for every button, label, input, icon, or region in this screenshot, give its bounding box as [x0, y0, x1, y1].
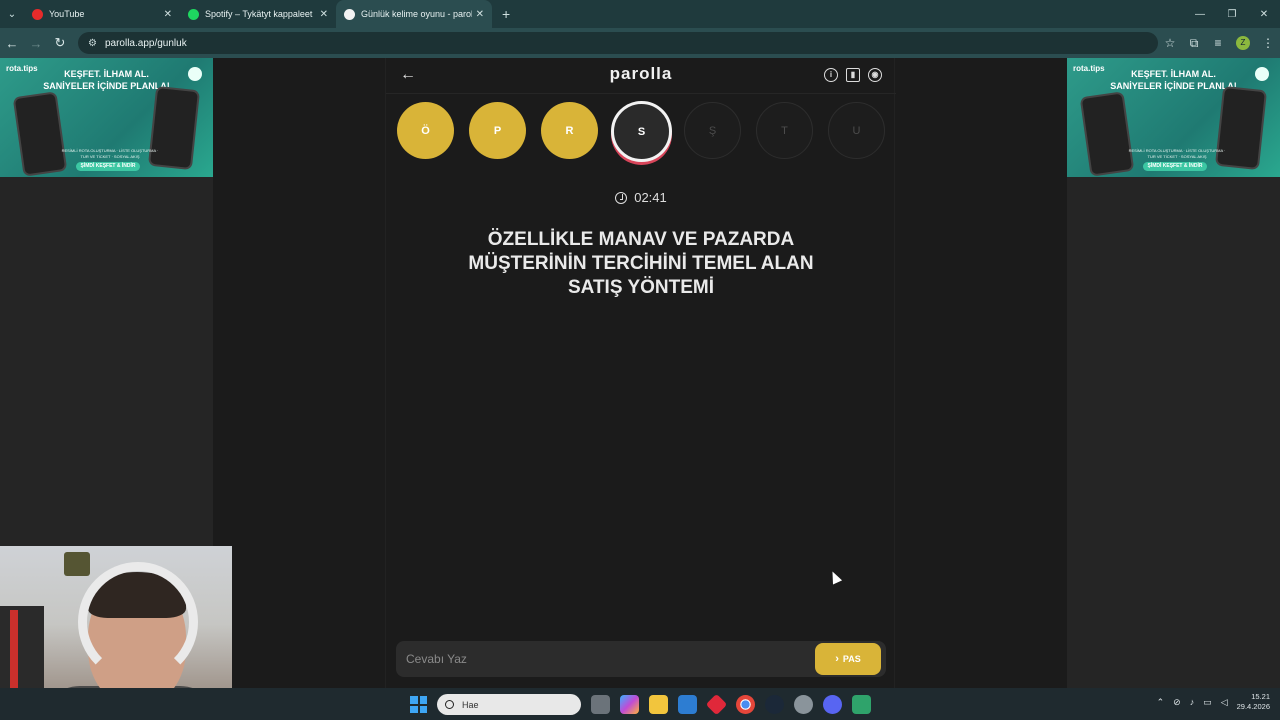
headset — [78, 562, 198, 682]
countdown-timer: 02:41 — [386, 190, 896, 205]
answer-input[interactable] — [396, 641, 806, 677]
letter-circle: Ş — [684, 102, 741, 159]
volume-icon[interactable]: ◁ — [1221, 697, 1228, 708]
store-icon[interactable] — [678, 695, 697, 714]
system-tray: ⌃ ⊘ ♪ ▭ ◁ 15.21 29.4.2026 — [1157, 692, 1270, 712]
game-panel: ← parolla i ▮ ◉ Ö P R S Ş T U 02:41 ÖZEL… — [385, 58, 896, 688]
chrome-icon[interactable] — [736, 695, 755, 714]
back-icon[interactable]: ← — [0, 36, 24, 51]
answer-bar: › PAS — [396, 641, 886, 677]
ad-subtext: RESİMLİ ROTA OLUŞTURMA · LİSTE OLUŞTURMA… — [1128, 148, 1226, 159]
tab-title: Spotify – Tykätyt kappaleet — [205, 9, 313, 19]
extensions-icon[interactable]: ⧉ — [1182, 36, 1206, 51]
window-controls: — ❐ ✕ — [1184, 0, 1280, 28]
profile-avatar[interactable]: Z — [1236, 36, 1250, 50]
tab-title: Günlük kelime oyunu - parolla — [361, 9, 472, 19]
user-icon[interactable]: ◉ — [868, 68, 882, 82]
minimize-icon[interactable]: — — [1184, 0, 1216, 28]
forward-icon[interactable]: → — [24, 36, 48, 51]
pass-label: PAS — [842, 654, 861, 664]
pass-button[interactable]: › PAS — [815, 643, 881, 675]
ad-phone-image — [1079, 91, 1135, 177]
ad-phone-image — [12, 91, 68, 177]
ad-banner-right[interactable]: rota.tips KEŞFET. İLHAM AL. SANİYELER İÇ… — [1067, 58, 1280, 177]
stats-icon[interactable]: ▮ — [846, 68, 860, 82]
question-text: ÖZELLİKLE MANAV VE PAZARDA MÜŞTERİNİN TE… — [426, 228, 856, 300]
ad-badge-icon — [188, 67, 202, 81]
taskbar: Hae ⌃ ⊘ ♪ ▭ ◁ 15.21 29.4.2026 — [0, 688, 1280, 720]
display-icon[interactable]: ▭ — [1203, 697, 1212, 708]
close-tab-icon[interactable]: ✕ — [164, 9, 172, 20]
info-icon[interactable]: i — [824, 68, 838, 82]
game-header: ← parolla i ▮ ◉ — [386, 58, 896, 94]
clock-icon — [615, 191, 628, 204]
chevron-right-icon: › — [835, 653, 839, 665]
tab-search-chevron-icon[interactable]: ⌄ — [0, 0, 24, 28]
taskbar-search-text: Hae — [462, 699, 479, 710]
bookmark-star-icon[interactable]: ☆ — [1158, 36, 1182, 50]
right-ad-column: rota.tips KEŞFET. İLHAM AL. SANİYELER İÇ… — [1067, 58, 1280, 688]
question-line: SATIŞ YÖNTEMİ — [567, 277, 715, 298]
taskbar-search[interactable]: Hae — [437, 694, 581, 715]
app-red-icon[interactable] — [705, 693, 728, 716]
menu-dots-icon[interactable]: ⋮ — [1256, 36, 1280, 50]
letter-circle: U — [828, 102, 885, 159]
letter-track: Ö P R S Ş T U — [396, 101, 886, 162]
browser-tools: ☆ ⧉ ≡ Z ⋮ — [1158, 28, 1280, 58]
close-window-icon[interactable]: ✕ — [1248, 0, 1280, 28]
search-icon — [445, 700, 454, 709]
parolla-favicon-icon — [344, 8, 355, 20]
network-icon[interactable]: ⊘ — [1173, 697, 1181, 708]
tab-youtube[interactable]: YouTube ✕ — [24, 0, 180, 28]
timer-value: 02:41 — [634, 190, 667, 205]
spotify-favicon-icon — [188, 8, 199, 20]
tray-chevron-icon[interactable]: ⌃ — [1157, 697, 1165, 708]
letter-circle: T — [756, 102, 813, 159]
letter-circle: R — [541, 102, 598, 159]
restore-icon[interactable]: ❐ — [1216, 0, 1248, 28]
browser-tab-bar: ⌄ YouTube ✕ Spotify – Tykätyt kappaleet … — [0, 0, 1280, 28]
address-bar[interactable]: ⚙ parolla.app/gunluk — [78, 32, 1158, 54]
tab-parolla[interactable]: Günlük kelime oyunu - parolla ✕ — [336, 0, 492, 28]
settings-gear-icon[interactable] — [794, 695, 813, 714]
discord-icon[interactable] — [823, 695, 842, 714]
app-logo: parolla — [609, 64, 673, 83]
app-green-icon[interactable] — [852, 695, 871, 714]
ad-subtext: RESİMLİ ROTA OLUŞTURMA · LİSTE OLUŞTURMA… — [61, 148, 159, 159]
media-icon[interactable]: ≡ — [1206, 36, 1230, 50]
ad-badge-icon — [1255, 67, 1269, 81]
system-clock[interactable]: 15.21 29.4.2026 — [1237, 692, 1270, 712]
reload-icon[interactable]: ↻ — [48, 35, 72, 51]
clock-date: 29.4.2026 — [1236, 702, 1270, 711]
question-line: ÖZELLİKLE MANAV VE PAZARDA — [487, 229, 795, 250]
new-tab-icon[interactable]: + — [502, 6, 510, 22]
site-info-icon[interactable]: ⚙ — [88, 38, 97, 49]
letter-circle-current: S — [611, 101, 672, 162]
question-line: MÜŞTERİNİN TERCİHİNİ TEMEL ALAN — [468, 253, 814, 274]
tab-spotify[interactable]: Spotify – Tykätyt kappaleet ✕ — [180, 0, 336, 28]
taskbar-apps: Hae — [410, 693, 871, 716]
wall-logo — [64, 552, 90, 576]
url-text: parolla.app/gunluk — [104, 37, 187, 49]
windows-start-icon[interactable] — [410, 696, 427, 713]
microphone-icon[interactable]: ♪ — [1190, 697, 1195, 707]
task-view-icon[interactable] — [591, 695, 610, 714]
close-tab-icon[interactable]: ✕ — [320, 9, 328, 20]
ad-banner-left[interactable]: rota.tips KEŞFET. İLHAM AL. SANİYELER İÇ… — [0, 58, 213, 177]
browser-toolbar: ← → ↻ ⚙ parolla.app/gunluk ☆ ⧉ ≡ Z ⋮ — [0, 28, 1280, 58]
close-tab-icon[interactable]: ✕ — [476, 9, 484, 20]
header-icons: i ▮ ◉ — [824, 68, 882, 82]
ad-cta-button[interactable]: ŞİMDİ KEŞFET & İNDİR — [1143, 162, 1207, 171]
steam-icon[interactable] — [765, 695, 784, 714]
tab-title: YouTube — [49, 9, 85, 19]
copilot-icon[interactable] — [620, 695, 639, 714]
ad-headline-1: KEŞFET. İLHAM AL. — [1131, 69, 1216, 79]
clock-time: 15.21 — [1251, 692, 1270, 701]
letter-circle: Ö — [397, 102, 454, 159]
letter-circle: P — [469, 102, 526, 159]
file-explorer-icon[interactable] — [649, 695, 668, 714]
ad-cta-button[interactable]: ŞİMDİ KEŞFET & İNDİR — [76, 162, 140, 171]
ad-headline-1: KEŞFET. İLHAM AL. — [64, 69, 149, 79]
youtube-favicon-icon — [32, 8, 43, 20]
